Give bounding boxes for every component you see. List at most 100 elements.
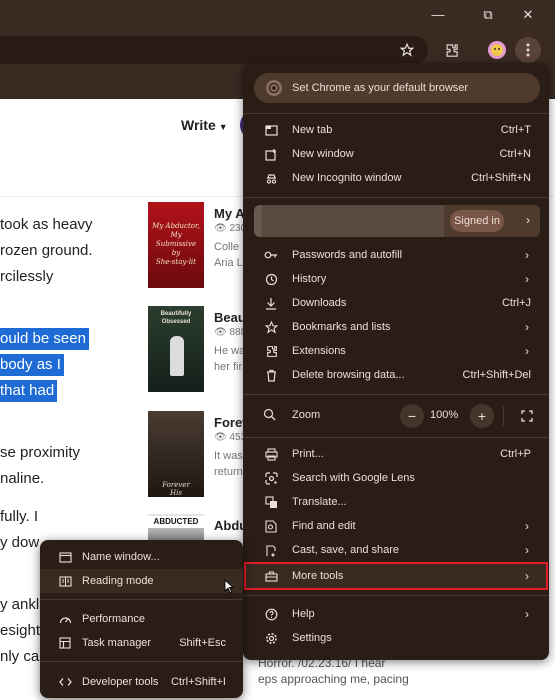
key-icon bbox=[263, 247, 279, 263]
description-line: He wa bbox=[214, 345, 246, 357]
developer-tools-shortcut: Ctrl+Shift+I bbox=[170, 676, 226, 688]
menu-more-tools[interactable]: More tools › bbox=[243, 564, 549, 588]
gear-icon bbox=[263, 630, 279, 646]
story-text-line: rozen ground. bbox=[0, 242, 93, 259]
history-icon bbox=[263, 271, 279, 287]
settings-label: Settings bbox=[292, 632, 332, 644]
submenu-name-window[interactable]: Name window... bbox=[40, 545, 243, 569]
signed-in-badge: Signed in bbox=[450, 210, 504, 232]
write-label: Write bbox=[181, 117, 216, 133]
story-text-line: took as heavy bbox=[0, 216, 93, 233]
kebab-menu-icon[interactable] bbox=[515, 37, 541, 63]
card-description: He wa her fir bbox=[214, 343, 245, 375]
cover-text: His bbox=[170, 489, 182, 497]
submenu-reading-mode[interactable]: Reading mode bbox=[40, 569, 243, 593]
card-description: Colle Aria L bbox=[214, 239, 243, 271]
address-bar[interactable] bbox=[0, 36, 428, 64]
zoom-out-button[interactable]: − bbox=[400, 404, 424, 428]
menu-extensions[interactable]: Extensions › bbox=[243, 339, 549, 363]
delete-data-shortcut: Ctrl+Shift+Del bbox=[462, 369, 531, 381]
eye-icon: 👁 bbox=[214, 327, 230, 338]
chevron-down-icon: ▼ bbox=[218, 122, 228, 132]
submenu-task-manager[interactable]: Task manager Shift+Esc bbox=[40, 631, 243, 655]
cast-save-label: Cast, save, and share bbox=[292, 544, 400, 556]
minimize-button[interactable]: — bbox=[418, 0, 458, 29]
cover-text: She-stay-lit bbox=[155, 258, 196, 266]
zoom-in-button[interactable]: + bbox=[470, 404, 494, 428]
star-icon bbox=[263, 319, 279, 335]
incognito-shortcut: Ctrl+Shift+N bbox=[471, 172, 531, 184]
menu-google-lens[interactable]: Search with Google Lens bbox=[243, 466, 549, 490]
restore-button[interactable]: ⧉ bbox=[468, 0, 508, 29]
printer-icon bbox=[263, 446, 279, 462]
menu-divider bbox=[243, 394, 549, 395]
translate-icon bbox=[263, 494, 279, 510]
story-text-line: fully. I bbox=[0, 508, 39, 525]
lens-label: Search with Google Lens bbox=[292, 472, 415, 484]
close-window-button[interactable]: ✕ bbox=[508, 0, 548, 29]
menu-find-edit[interactable]: Find and edit › bbox=[243, 514, 549, 538]
help-label: Help bbox=[292, 608, 315, 620]
history-label: History bbox=[292, 273, 327, 285]
menu-passwords-autofill[interactable]: Passwords and autofill › bbox=[243, 243, 549, 267]
star-icon[interactable] bbox=[394, 37, 420, 63]
zoom-separator bbox=[503, 406, 504, 426]
selected-text: ould be seen bbox=[0, 328, 89, 350]
menu-settings[interactable]: Settings bbox=[243, 626, 549, 650]
cover-figure bbox=[170, 336, 184, 376]
performance-label: Performance bbox=[82, 613, 145, 625]
incognito-label: New Incognito window bbox=[292, 172, 402, 184]
cover-text: Submissive bbox=[155, 240, 197, 248]
description-line: her fir bbox=[214, 361, 243, 373]
menu-divider bbox=[243, 595, 549, 596]
profile-row[interactable]: Signed in › bbox=[254, 205, 540, 237]
zoom-label: Zoom bbox=[292, 409, 321, 421]
chevron-right-icon: › bbox=[525, 272, 529, 286]
menu-print[interactable]: Print... Ctrl+P bbox=[243, 442, 549, 466]
lens-icon bbox=[263, 470, 279, 486]
fullscreen-icon[interactable] bbox=[515, 404, 539, 428]
print-label: Print... bbox=[292, 448, 324, 460]
eye-icon: 👁 bbox=[214, 223, 230, 234]
story-text-line: naline. bbox=[0, 470, 45, 487]
menu-cast-save-share[interactable]: Cast, save, and share › bbox=[243, 538, 549, 562]
menu-divider bbox=[243, 437, 549, 438]
menu-bookmarks-lists[interactable]: Bookmarks and lists › bbox=[243, 315, 549, 339]
extensions-label: Extensions bbox=[292, 345, 346, 357]
card-reads: 👁 453 bbox=[214, 432, 246, 443]
task-manager-shortcut: Shift+Esc bbox=[179, 637, 226, 649]
download-icon bbox=[263, 295, 279, 311]
cover-text: by bbox=[171, 249, 181, 257]
menu-help[interactable]: Help › bbox=[243, 602, 549, 626]
write-button[interactable]: Write ▼ bbox=[181, 117, 228, 133]
submenu-developer-tools[interactable]: Developer tools Ctrl+Shift+I bbox=[40, 670, 243, 694]
chevron-right-icon: › bbox=[525, 320, 529, 334]
cover-text: Beautifully bbox=[160, 311, 192, 317]
menu-downloads[interactable]: Downloads Ctrl+J bbox=[243, 291, 549, 315]
zoom-icon bbox=[263, 408, 279, 424]
menu-delete-browsing-data[interactable]: Delete browsing data... Ctrl+Shift+Del bbox=[243, 363, 549, 387]
reading-mode-icon bbox=[57, 573, 73, 589]
story-text-line-selected: body as I bbox=[0, 354, 64, 376]
extensions-icon bbox=[263, 343, 279, 359]
menu-zoom-row: Zoom − 100% + bbox=[243, 403, 549, 429]
profile-avatar-icon[interactable] bbox=[484, 37, 510, 63]
story-text-line: y dow bbox=[0, 534, 40, 551]
title-bar: — ⧉ ✕ bbox=[0, 0, 555, 29]
submenu-performance[interactable]: Performance bbox=[40, 607, 243, 631]
set-default-browser-banner[interactable]: Set Chrome as your default browser bbox=[254, 73, 540, 103]
cover-text: ABDUCTED bbox=[148, 516, 204, 528]
delete-data-label: Delete browsing data... bbox=[292, 369, 405, 381]
menu-new-window[interactable]: New window Ctrl+N bbox=[243, 142, 549, 166]
menu-divider bbox=[243, 197, 549, 198]
bookmarks-label: Bookmarks and lists bbox=[292, 321, 391, 333]
story-text-line: esight bbox=[0, 622, 41, 639]
menu-new-tab[interactable]: New tab Ctrl+T bbox=[243, 118, 549, 142]
menu-history[interactable]: History › bbox=[243, 267, 549, 291]
find-edit-label: Find and edit bbox=[292, 520, 356, 532]
extensions-icon[interactable] bbox=[438, 37, 464, 63]
card-description: It was return bbox=[214, 448, 243, 480]
chevron-right-icon: › bbox=[525, 248, 529, 262]
menu-new-incognito-window[interactable]: New Incognito window Ctrl+Shift+N bbox=[243, 166, 549, 190]
menu-translate[interactable]: Translate... bbox=[243, 490, 549, 514]
